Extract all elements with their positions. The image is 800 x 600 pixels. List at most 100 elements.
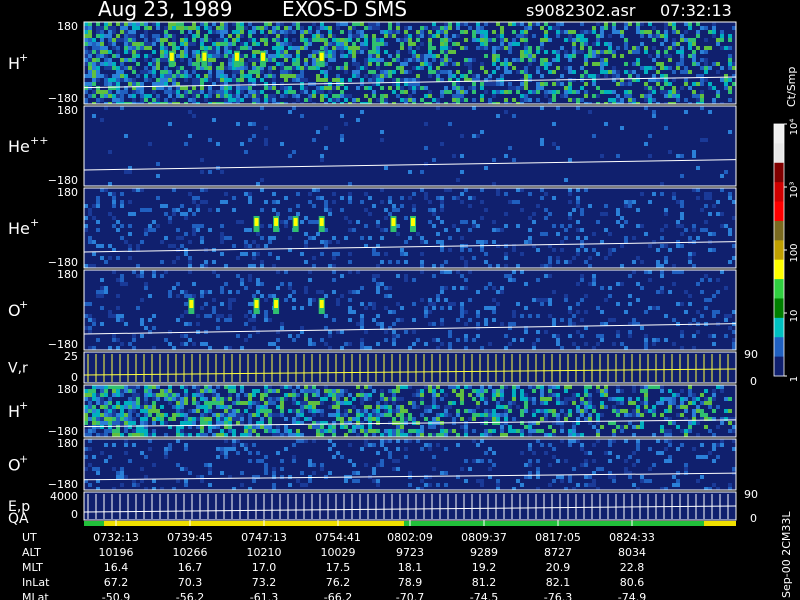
cell — [648, 34, 652, 38]
cell — [372, 417, 376, 421]
cell — [88, 212, 92, 216]
cell — [432, 58, 436, 62]
cell — [648, 30, 652, 34]
cell — [484, 260, 488, 264]
cell — [108, 22, 112, 26]
cell — [356, 425, 360, 429]
cell — [268, 94, 272, 98]
cell — [252, 98, 256, 102]
cell — [712, 204, 716, 208]
cell — [576, 38, 580, 42]
cell — [632, 70, 636, 74]
cell — [500, 46, 504, 50]
cell — [208, 86, 212, 90]
cell — [144, 42, 148, 46]
cell — [384, 228, 388, 232]
cell — [348, 298, 352, 302]
cell — [392, 397, 396, 401]
cell — [132, 34, 136, 38]
cell — [228, 421, 232, 425]
cell — [588, 282, 592, 286]
cell — [728, 54, 732, 58]
cell — [652, 306, 656, 310]
cell — [388, 86, 392, 90]
cell — [88, 389, 92, 393]
cell — [152, 220, 156, 224]
cell — [404, 417, 408, 421]
cell — [112, 98, 116, 102]
cell — [400, 78, 404, 82]
cell — [116, 46, 120, 50]
cell — [656, 338, 660, 342]
cell — [156, 385, 160, 389]
cell — [148, 393, 152, 397]
cell — [680, 200, 684, 204]
cell — [732, 467, 736, 471]
cell — [676, 240, 680, 244]
cell — [688, 421, 692, 425]
cell — [96, 244, 100, 248]
cell — [244, 409, 248, 413]
cell — [324, 86, 328, 90]
cell — [400, 425, 404, 429]
cell — [556, 34, 560, 38]
cell — [260, 30, 264, 34]
cell — [152, 38, 156, 42]
cell — [284, 30, 288, 34]
cell — [100, 256, 104, 260]
cell — [664, 244, 668, 248]
cell — [460, 274, 464, 278]
cell — [716, 200, 720, 204]
cell — [252, 70, 256, 74]
cell — [188, 98, 192, 102]
cell — [164, 204, 168, 208]
cell — [648, 409, 652, 413]
cell — [100, 38, 104, 42]
cell — [704, 389, 708, 393]
cell — [696, 421, 700, 425]
cell — [360, 338, 364, 342]
cell — [324, 397, 328, 401]
cell — [436, 346, 440, 350]
cell — [512, 322, 516, 326]
cell — [364, 306, 368, 310]
cell — [664, 256, 668, 260]
cell — [652, 192, 656, 196]
cell — [584, 463, 588, 467]
cell — [92, 78, 96, 82]
cell — [540, 298, 544, 302]
cell — [312, 405, 316, 409]
cell — [480, 433, 484, 437]
cell — [472, 429, 476, 433]
cell — [184, 302, 188, 306]
cell — [708, 212, 712, 216]
cell — [240, 389, 244, 393]
cell — [240, 346, 244, 350]
panel-label: V,r — [8, 361, 28, 377]
cell — [696, 62, 700, 66]
cell — [364, 413, 368, 417]
cell — [660, 397, 664, 401]
cell — [424, 405, 428, 409]
cell — [148, 54, 152, 58]
cell — [376, 54, 380, 58]
cell — [308, 302, 312, 306]
cell — [188, 338, 192, 342]
cell — [572, 425, 576, 429]
cell — [436, 106, 440, 110]
cell — [544, 34, 548, 38]
cell — [212, 401, 216, 405]
cell — [584, 409, 588, 413]
cell — [184, 421, 188, 425]
cell — [200, 389, 204, 393]
cell — [468, 409, 472, 413]
cell — [280, 94, 284, 98]
cell — [456, 178, 460, 182]
cell — [512, 429, 516, 433]
cell — [556, 385, 560, 389]
cell — [88, 483, 92, 487]
cell — [540, 46, 544, 50]
cell — [484, 401, 488, 405]
cell — [428, 38, 432, 42]
cell — [224, 439, 228, 443]
